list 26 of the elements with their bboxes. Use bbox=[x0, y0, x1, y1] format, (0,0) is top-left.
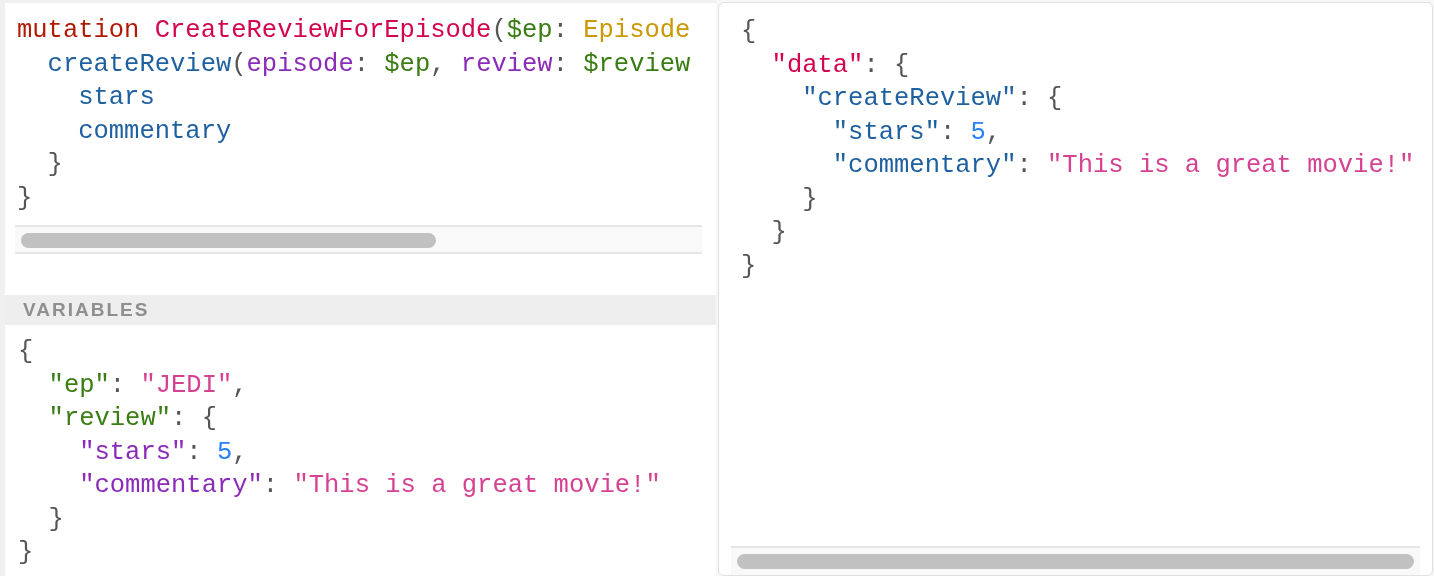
code-line: { bbox=[741, 16, 757, 48]
code-line: mutation CreateReviewForEpisode($ep: Episode bbox=[17, 15, 691, 47]
code-line: "commentary": "This is a great movie!" bbox=[78, 470, 661, 502]
code-line: { bbox=[18, 336, 34, 368]
code-line: "review": { bbox=[47, 403, 217, 435]
code-line: createReview(episode: $ep, review: $review bbox=[46, 48, 691, 81]
code-line: } bbox=[46, 149, 63, 181]
scrollbar-thumb[interactable] bbox=[21, 233, 436, 248]
code-line: } bbox=[741, 250, 757, 283]
code-line: "stars": 5, bbox=[78, 436, 248, 469]
horizontal-scrollbar[interactable] bbox=[15, 225, 702, 254]
code-line: } bbox=[18, 537, 34, 569]
code-line: } bbox=[47, 503, 64, 536]
code-line: "commentary": "This is a great movie!" bbox=[831, 150, 1415, 182]
code-line: commentary bbox=[77, 115, 232, 148]
code-line: stars bbox=[77, 82, 155, 114]
panel-header[interactable]: VARIABLES bbox=[5, 295, 716, 325]
code-line: } bbox=[770, 217, 787, 249]
horizontal-scrollbar[interactable] bbox=[731, 546, 1420, 575]
code-line: } bbox=[801, 183, 818, 216]
code-line: "createReview": { bbox=[801, 83, 1063, 115]
code-line: "data": { bbox=[770, 49, 910, 82]
code-line: "stars": 5, bbox=[831, 116, 1002, 149]
code-line: "ep": "JEDI", bbox=[47, 369, 248, 402]
scrollbar-thumb[interactable] bbox=[737, 554, 1414, 569]
code-line: } bbox=[17, 182, 33, 215]
